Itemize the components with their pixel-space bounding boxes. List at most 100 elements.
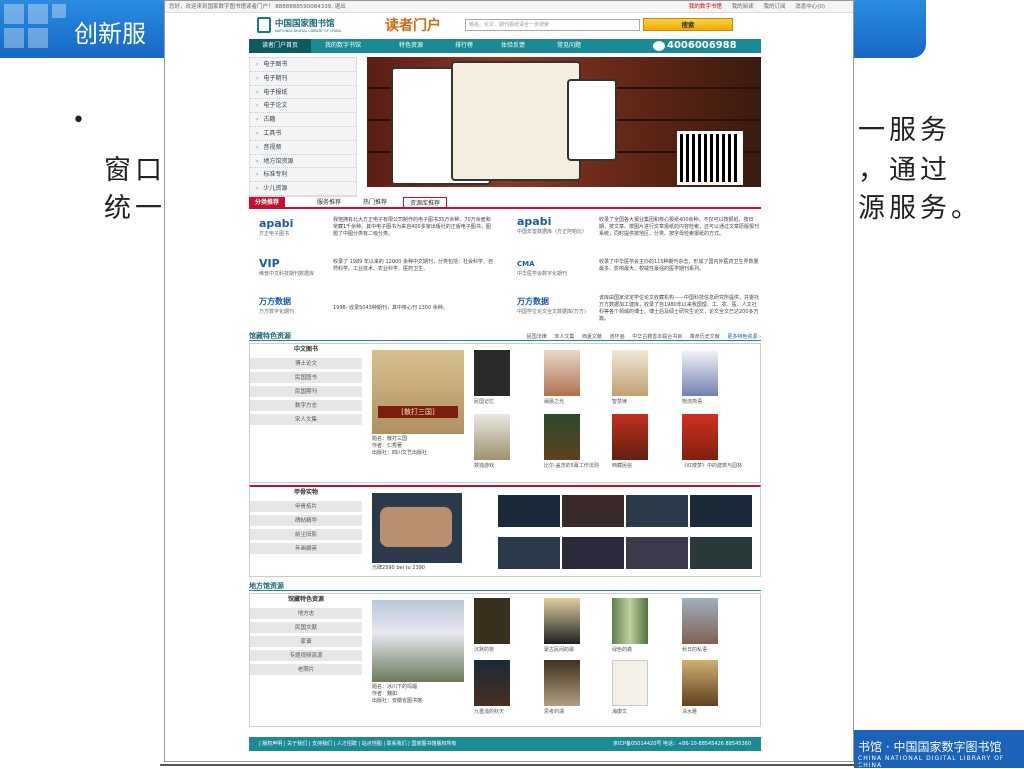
tab-database[interactable]: 资源库推荐 bbox=[403, 197, 448, 209]
search-input[interactable]: 题名、论文、期刊报纸请全一步搜索 bbox=[465, 19, 640, 31]
local-title[interactable]: 海康文 bbox=[612, 708, 672, 715]
special-link[interactable]: 宋人文集 bbox=[554, 334, 574, 340]
message-center-link[interactable]: 消息中心(0) bbox=[795, 4, 825, 10]
nav-my-library[interactable]: 我的数字书馆 bbox=[325, 39, 361, 53]
oracle-image[interactable] bbox=[498, 495, 560, 527]
menu-item[interactable]: 民国文献 bbox=[250, 622, 362, 634]
nav-ranking[interactable]: 排行榜 bbox=[455, 39, 473, 53]
oracle-image[interactable] bbox=[626, 537, 688, 569]
featured-book-cover[interactable]: [散打三国] bbox=[372, 350, 464, 434]
local-title[interactable]: 思考的湖 bbox=[544, 708, 604, 715]
library-logo[interactable]: 中国国家图书馆 NATIONAL DIGITAL LIBRARY OF CHIN… bbox=[257, 17, 377, 37]
special-link[interactable]: 中华古籍善本联合书目 bbox=[632, 334, 682, 340]
nav-faq[interactable]: 常见问题 bbox=[557, 39, 581, 53]
local-title[interactable]: 九重浅的秋天 bbox=[474, 708, 534, 715]
nav-feedback[interactable]: 体验反馈 bbox=[501, 39, 525, 53]
sidebar-item[interactable]: 少儿资源 bbox=[250, 182, 356, 196]
book-cover[interactable] bbox=[682, 350, 718, 396]
my-reading-link[interactable]: 我的阅读 bbox=[732, 4, 754, 10]
book-cover[interactable] bbox=[612, 350, 648, 396]
menu-item[interactable]: 年画撷英 bbox=[250, 543, 362, 555]
special-link[interactable]: 西夏文献 bbox=[582, 334, 602, 340]
menu-head[interactable]: 馆藏特色资源 bbox=[250, 594, 362, 606]
menu-head[interactable]: 甲骨实物 bbox=[250, 487, 362, 499]
menu-item[interactable]: 碑帖精华 bbox=[250, 515, 362, 527]
sidebar-item[interactable]: 音视频 bbox=[250, 141, 356, 155]
sidebar-item[interactable]: 地方馆资源 bbox=[250, 155, 356, 169]
menu-item[interactable]: 前尘旧影 bbox=[250, 529, 362, 541]
menu-item[interactable]: 宋人文集 bbox=[250, 414, 362, 426]
menu-item[interactable]: 民国图书 bbox=[250, 372, 362, 384]
tab-popular[interactable]: 热门推荐 bbox=[357, 197, 393, 209]
local-image[interactable] bbox=[612, 660, 648, 706]
book-title[interactable]: 西藏民俗 bbox=[612, 462, 672, 469]
local-title[interactable]: 清水雅 bbox=[682, 708, 742, 715]
local-title[interactable]: 沉默的夜 bbox=[474, 646, 534, 653]
local-image[interactable] bbox=[682, 598, 718, 644]
local-image[interactable] bbox=[544, 660, 580, 706]
menu-item[interactable]: 民国期刊 bbox=[250, 386, 362, 398]
my-library-link[interactable]: 我的数字书馆 bbox=[689, 4, 722, 10]
sidebar-item[interactable]: 电子报纸 bbox=[250, 86, 356, 100]
book-cover[interactable] bbox=[544, 350, 580, 396]
resource-logo[interactable]: 万方数据 万方数字化期刊 bbox=[259, 295, 329, 316]
hero-banner[interactable] bbox=[367, 57, 761, 187]
special-link[interactable]: 连环画 bbox=[610, 334, 625, 340]
book-cover[interactable] bbox=[682, 414, 718, 460]
book-cover[interactable] bbox=[612, 414, 648, 460]
my-subscription-link[interactable]: 我的订阅 bbox=[763, 4, 785, 10]
sidebar-item[interactable]: 标准专利 bbox=[250, 168, 356, 183]
resource-logo[interactable]: CMA 中华医学会数字化期刊 bbox=[517, 257, 587, 278]
search-button[interactable]: 搜索 bbox=[643, 18, 733, 31]
nav-special[interactable]: 特色资源 bbox=[399, 39, 423, 53]
menu-item[interactable]: 甲骨拓片 bbox=[250, 501, 362, 513]
book-title[interactable]: 比尔·盖茨的5幕工作法则 bbox=[544, 462, 608, 469]
book-cover[interactable] bbox=[474, 414, 510, 460]
local-title[interactable]: 蒙古民间的歌 bbox=[544, 646, 604, 653]
more-special-link[interactable]: 更多特色资源 › bbox=[727, 334, 761, 340]
book-title[interactable]: 《红楼梦》中的建筑与园林 bbox=[682, 462, 748, 469]
book-title[interactable]: 民国记忆 bbox=[474, 398, 534, 405]
oracle-featured-image[interactable] bbox=[372, 493, 462, 563]
sidebar-item[interactable]: 工具书 bbox=[250, 127, 356, 141]
oracle-image[interactable] bbox=[498, 537, 560, 569]
local-image[interactable] bbox=[682, 660, 718, 706]
oracle-image[interactable] bbox=[690, 537, 752, 569]
local-image[interactable] bbox=[474, 598, 510, 644]
footer-links[interactable]: | 版权声明 | 关于我们 | 支持我们 | 人才招聘 | 站点地图 | 联系我… bbox=[259, 741, 456, 747]
oracle-image[interactable] bbox=[626, 495, 688, 527]
resource-logo[interactable]: VIP 维普中文科技期刊数据库 bbox=[259, 257, 329, 278]
local-title[interactable]: 绿色的森 bbox=[612, 646, 672, 653]
sidebar-item[interactable]: 电子图书 bbox=[250, 58, 356, 72]
oracle-image[interactable] bbox=[690, 495, 752, 527]
menu-item[interactable]: 老照片 bbox=[250, 664, 362, 676]
resource-logo[interactable]: apabi 方正电子图书 bbox=[259, 217, 329, 238]
sidebar-item[interactable]: 电子期刊 bbox=[250, 72, 356, 86]
sidebar-item[interactable]: 古籍 bbox=[250, 113, 356, 127]
special-link[interactable]: 革命历史文献 bbox=[690, 334, 720, 340]
book-cover[interactable] bbox=[474, 350, 510, 396]
nav-home[interactable]: 读者门户首页 bbox=[249, 39, 311, 53]
sidebar-item[interactable]: 电子论文 bbox=[250, 99, 356, 114]
resource-logo[interactable]: apabi 中国年鉴数据库（方正阿帕比） bbox=[517, 215, 587, 236]
special-link[interactable]: 民国法律 bbox=[527, 334, 547, 340]
local-image[interactable] bbox=[612, 598, 648, 644]
local-image[interactable] bbox=[474, 660, 510, 706]
book-title[interactable]: 物流简语 bbox=[682, 398, 742, 405]
local-image[interactable] bbox=[544, 598, 580, 644]
menu-item[interactable]: 专题视频资源 bbox=[250, 650, 362, 662]
oracle-image[interactable] bbox=[562, 537, 624, 569]
book-title[interactable]: 智慧律 bbox=[612, 398, 672, 405]
tab-category[interactable]: 分类推荐 bbox=[249, 197, 286, 209]
book-cover[interactable] bbox=[544, 414, 580, 460]
menu-item[interactable]: 博士论文 bbox=[250, 358, 362, 370]
menu-head[interactable]: 中文图书 bbox=[250, 344, 362, 356]
local-featured-image[interactable] bbox=[372, 600, 464, 682]
menu-item[interactable]: 数字方志 bbox=[250, 400, 362, 412]
book-title[interactable]: 闽晨之光 bbox=[544, 398, 604, 405]
oracle-image[interactable] bbox=[562, 495, 624, 527]
book-title[interactable]: 数独游戏 bbox=[474, 462, 534, 469]
menu-item[interactable]: 家谱 bbox=[250, 636, 362, 648]
tab-service[interactable]: 服务推荐 bbox=[311, 197, 347, 209]
local-title[interactable]: 秋日的私语 bbox=[682, 646, 742, 653]
